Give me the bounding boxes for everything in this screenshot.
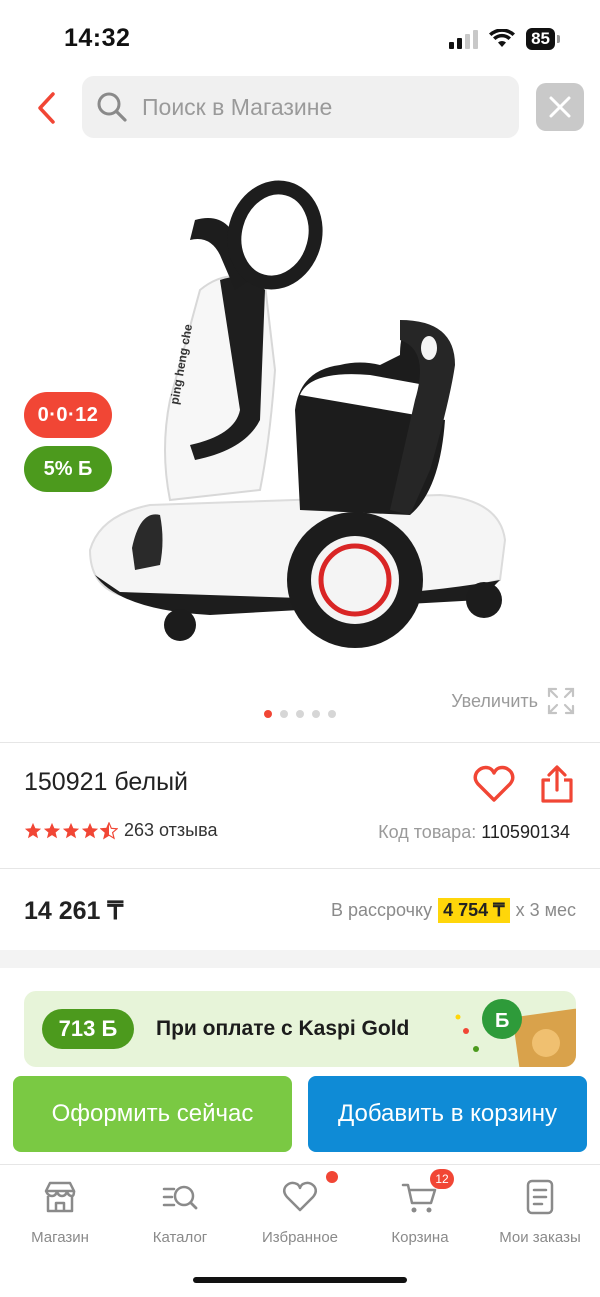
gallery-pagination[interactable] <box>264 710 336 718</box>
star-icon <box>81 822 99 838</box>
search-input[interactable] <box>142 93 502 121</box>
reviews-link[interactable]: 263 отзыва <box>124 820 217 841</box>
zoom-label: Увеличить <box>451 690 538 711</box>
product-gallery[interactable]: ping heng che 0·0·12 5% Б Увеличить <box>0 150 600 740</box>
product-image[interactable]: ping heng che <box>60 170 540 670</box>
rating[interactable]: 263 отзыва <box>24 820 217 841</box>
status-icons: 85 <box>449 28 560 50</box>
tab-favorites[interactable]: Избранное <box>240 1171 360 1246</box>
search-icon <box>97 92 127 122</box>
close-icon <box>549 96 571 118</box>
tab-store[interactable]: Магазин <box>0 1177 120 1246</box>
tab-label: Избранное <box>261 1229 339 1246</box>
home-indicator <box>193 1277 407 1283</box>
tab-cart[interactable]: 12 Корзина <box>360 1169 480 1246</box>
product-title: 150921 белый <box>24 768 189 796</box>
sku-value: 110590134 <box>481 822 570 842</box>
search-box[interactable] <box>82 76 519 138</box>
tab-catalog[interactable]: Каталог <box>120 1177 240 1246</box>
tab-label: Каталог <box>152 1229 208 1246</box>
cellular-signal-icon <box>449 29 479 49</box>
installment-amount: 4 754 ₸ <box>438 898 510 923</box>
divider <box>0 742 600 743</box>
price: 14 261 ₸ <box>24 897 124 925</box>
star-icon <box>62 822 80 838</box>
installment-prefix: В рассрочку <box>330 900 433 920</box>
installment-info[interactable]: В рассрочку 4 754 ₸ х 3 мес <box>331 898 576 923</box>
sku: Код товара: 110590134 <box>378 822 570 843</box>
share-icon[interactable] <box>538 764 576 804</box>
installment-suffix: х 3 мес <box>515 900 576 920</box>
add-to-cart-button[interactable]: Добавить в корзину <box>308 1076 587 1152</box>
gold-bonus-badge: 713 Б <box>42 1009 134 1049</box>
tab-label: Магазин <box>31 1229 89 1246</box>
orders-icon <box>526 1179 554 1215</box>
pagination-dot[interactable] <box>264 710 272 718</box>
store-icon <box>44 1181 76 1213</box>
favorite-heart-icon[interactable] <box>472 764 516 804</box>
section-separator <box>0 950 600 968</box>
kaspi-gold-card-icon: Б <box>455 999 576 1067</box>
expand-icon <box>547 687 575 715</box>
half-star-icon <box>100 821 118 839</box>
notification-dot <box>326 1171 338 1183</box>
zoom-button[interactable]: Увеличить <box>451 686 576 716</box>
bonus-badge: 5% Б <box>24 446 112 492</box>
installment-badge: 0·0·12 <box>24 392 112 438</box>
heart-icon <box>280 1171 338 1217</box>
tab-label: Мои заказы <box>499 1229 581 1246</box>
pagination-dot[interactable] <box>296 710 304 718</box>
close-search-button[interactable] <box>536 83 584 131</box>
back-button[interactable] <box>26 86 66 130</box>
kaspi-gold-banner[interactable]: 713 Б При оплате с Kaspi Gold Б <box>24 991 576 1067</box>
catalog-search-icon <box>162 1185 198 1210</box>
tab-label: Корзина <box>391 1229 449 1246</box>
battery-icon: 85 <box>526 28 560 50</box>
buy-now-button[interactable]: Оформить сейчас <box>13 1076 292 1152</box>
star-icon <box>24 822 42 838</box>
gold-banner-text: При оплате с Kaspi Gold <box>156 1017 410 1040</box>
divider <box>0 868 600 869</box>
tab-orders[interactable]: Мои заказы <box>480 1177 600 1246</box>
svg-text:Б: Б <box>495 1010 509 1032</box>
status-time: 14:32 <box>64 24 131 52</box>
rating-stars <box>24 821 118 840</box>
sku-label: Код товара: <box>378 822 477 842</box>
battery-level: 85 <box>526 28 555 50</box>
wifi-icon <box>489 29 516 47</box>
pagination-dot[interactable] <box>280 710 288 718</box>
cart-icon: 12 <box>400 1169 454 1217</box>
status-bar: 14:32 85 <box>0 0 600 74</box>
pagination-dot[interactable] <box>312 710 320 718</box>
cart-count-badge: 12 <box>430 1169 454 1189</box>
star-icon <box>43 822 61 838</box>
pagination-dot[interactable] <box>328 710 336 718</box>
chevron-left-icon <box>38 92 55 124</box>
